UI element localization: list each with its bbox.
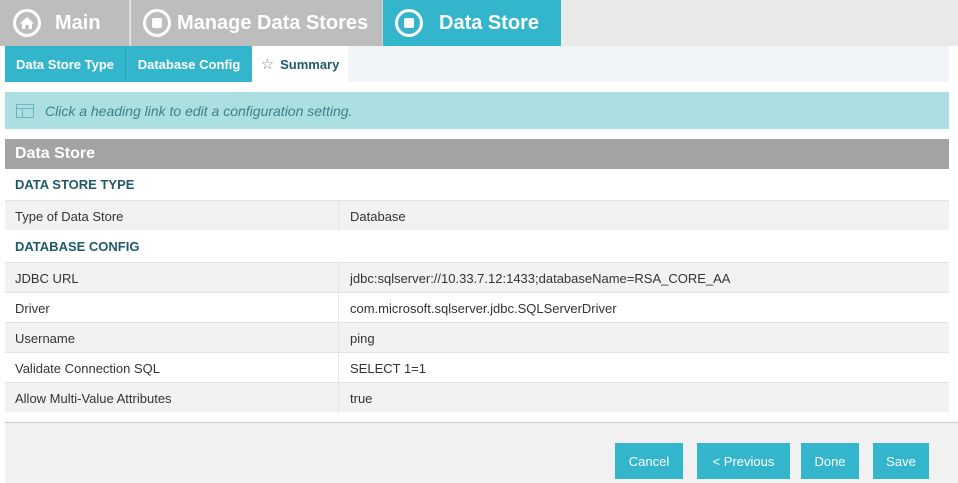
- save-button[interactable]: Save: [873, 443, 929, 479]
- table-row: Username ping: [5, 322, 949, 353]
- row-label: Allow Multi-Value Attributes: [15, 390, 172, 406]
- breadcrumb-main[interactable]: Main: [0, 0, 130, 46]
- previous-button[interactable]: < Previous: [697, 443, 790, 479]
- table-row: Allow Multi-Value Attributes true: [5, 382, 949, 413]
- row-value: true: [350, 390, 373, 406]
- breadcrumb: Main Manage Data Stores Data Store: [0, 0, 958, 46]
- row-label: Username: [15, 330, 75, 346]
- column-divider: [338, 263, 339, 293]
- row-value: com.microsoft.sqlserver.jdbc.SQLServerDr…: [350, 300, 617, 316]
- tab-summary[interactable]: ☆ Summary: [252, 46, 348, 82]
- home-icon: [13, 9, 41, 37]
- info-banner-text: Click a heading link to edit a configura…: [45, 102, 353, 119]
- wizard-tabs: Data Store Type Database Config ☆ Summar…: [5, 46, 949, 82]
- group-heading-data-store-type[interactable]: DATA STORE TYPE: [5, 169, 949, 199]
- row-value: SELECT 1=1: [350, 360, 427, 376]
- info-panel-icon: [16, 103, 34, 118]
- stop-circle-icon: [395, 9, 423, 37]
- breadcrumb-store-label: Data Store: [439, 11, 540, 34]
- column-divider: [338, 353, 339, 383]
- row-label: JDBC URL: [15, 270, 79, 286]
- cancel-button[interactable]: Cancel: [615, 443, 683, 479]
- group-heading-database-config[interactable]: DATABASE CONFIG: [5, 231, 949, 261]
- row-value: ping: [350, 330, 375, 346]
- table-row: Type of Data Store Database: [5, 200, 949, 231]
- tab-data-store-type[interactable]: Data Store Type: [5, 46, 126, 82]
- row-label: Driver: [15, 300, 50, 316]
- row-value: jdbc:sqlserver://10.33.7.12:1433;databas…: [350, 270, 731, 286]
- breadcrumb-data-store: Data Store: [383, 0, 561, 46]
- table-row: JDBC URL jdbc:sqlserver://10.33.7.12:143…: [5, 262, 949, 293]
- breadcrumb-main-label: Main: [55, 11, 101, 34]
- star-icon: ☆: [260, 56, 275, 73]
- table-row: Driver com.microsoft.sqlserver.jdbc.SQLS…: [5, 292, 949, 323]
- breadcrumb-manage-label: Manage Data Stores: [177, 11, 369, 34]
- info-banner: Click a heading link to edit a configura…: [5, 92, 949, 129]
- column-divider: [338, 293, 339, 323]
- tab-data-store-type-label: Data Store Type: [15, 56, 114, 72]
- tab-database-config[interactable]: Database Config: [126, 46, 252, 82]
- row-label: Type of Data Store: [15, 208, 124, 224]
- tab-summary-label: Summary: [280, 56, 340, 72]
- section-title: Data Store: [5, 139, 949, 169]
- done-button[interactable]: Done: [801, 443, 859, 479]
- row-label: Validate Connection SQL: [15, 360, 161, 376]
- column-divider: [338, 323, 339, 353]
- table-row: Validate Connection SQL SELECT 1=1: [5, 352, 949, 383]
- tab-database-config-label: Database Config: [137, 56, 241, 72]
- breadcrumb-manage-data-stores[interactable]: Manage Data Stores: [131, 0, 383, 46]
- column-divider: [338, 201, 339, 231]
- row-value: Database: [350, 208, 406, 224]
- column-divider: [338, 383, 339, 413]
- stop-circle-icon: [143, 9, 171, 37]
